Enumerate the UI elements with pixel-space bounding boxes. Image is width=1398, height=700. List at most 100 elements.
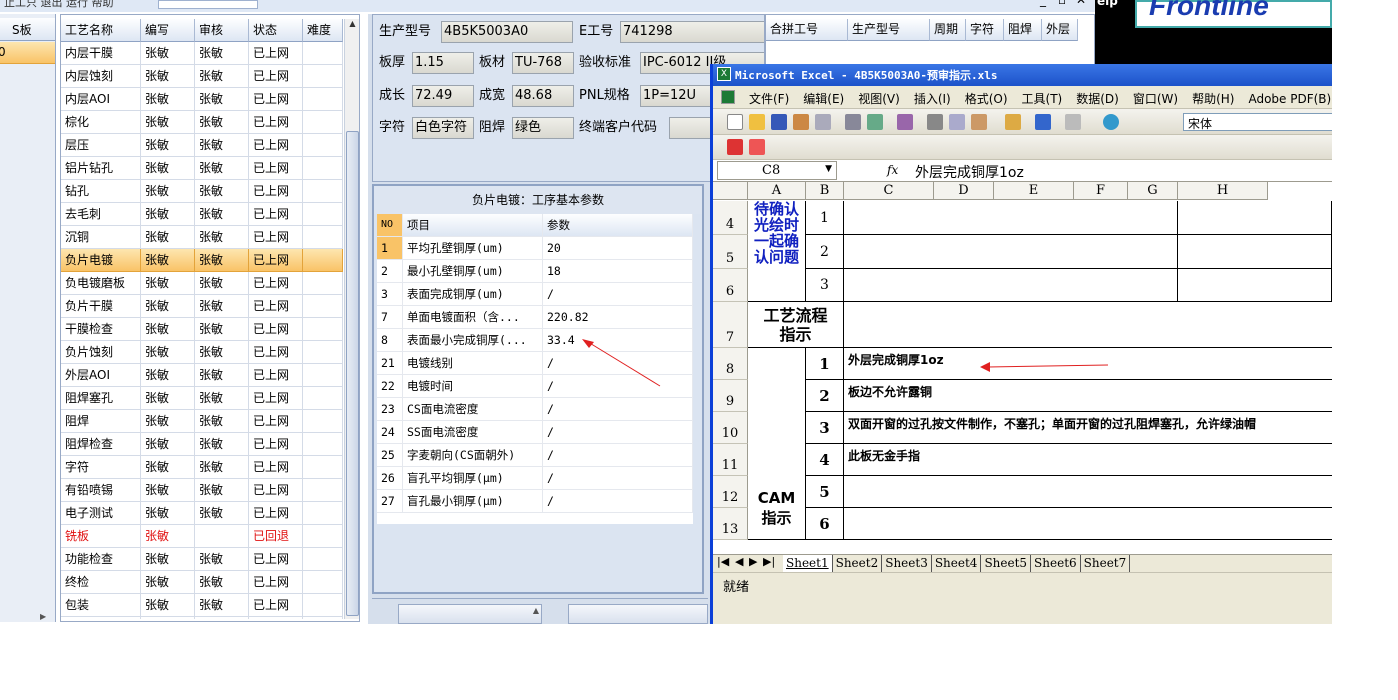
- bottom-right-control[interactable]: [568, 604, 708, 624]
- cam-text-cell[interactable]: [844, 508, 1332, 540]
- process-grid-row[interactable]: 铝片钻孔 张敏 张敏 已上网: [61, 157, 343, 180]
- confirm-content-cell[interactable]: [844, 201, 1178, 235]
- spelling-icon[interactable]: [867, 114, 883, 130]
- process-grid-col-header[interactable]: 编写: [141, 19, 195, 42]
- cam-text-cell[interactable]: 此板无金手指: [844, 444, 1332, 476]
- cam-text-cell[interactable]: 板边不允许露铜: [844, 380, 1332, 412]
- row-header[interactable]: 8: [713, 348, 748, 380]
- cam-text-cell[interactable]: [844, 476, 1332, 508]
- copy-icon[interactable]: [949, 114, 965, 130]
- confirm-label-cell[interactable]: 待确认光绘时一起确认问题: [748, 201, 806, 302]
- flow-label-cell[interactable]: 工艺流程指示: [748, 302, 844, 348]
- process-grid-row[interactable]: 电子测试 张敏 张敏 已上网: [61, 502, 343, 525]
- step-params-row[interactable]: 1 平均孔壁铜厚(um) 20: [377, 237, 693, 260]
- excel-menu-item[interactable]: Adobe PDF(B): [1248, 92, 1331, 106]
- sheet-nav-first[interactable]: |◀: [717, 555, 729, 568]
- process-grid-row[interactable]: 外层AOI 张敏 张敏 已上网: [61, 364, 343, 387]
- pdf-attach-icon[interactable]: [749, 139, 765, 155]
- cam-num-cell[interactable]: 3: [806, 412, 844, 444]
- fx-icon[interactable]: fx: [887, 163, 898, 177]
- process-grid-row[interactable]: 字符 张敏 张敏 已上网: [61, 456, 343, 479]
- confirm-h-cell[interactable]: [1178, 269, 1332, 302]
- permission-icon[interactable]: [793, 114, 809, 130]
- redo-icon[interactable]: [1065, 114, 1081, 130]
- process-grid-row[interactable]: 负电镀磨板 张敏 张敏 已上网: [61, 272, 343, 295]
- column-header[interactable]: D: [934, 182, 994, 200]
- sheet-tab[interactable]: Sheet5: [981, 555, 1032, 572]
- process-grid-row[interactable]: 包装 张敏 张敏 已上网: [61, 594, 343, 617]
- step-params-col-header[interactable]: 参数: [543, 214, 693, 237]
- process-grid-col-header[interactable]: 状态: [249, 19, 303, 42]
- restore-button[interactable]: ▫: [1058, 0, 1066, 7]
- step-params-row[interactable]: 22 电镀时间 /: [377, 375, 693, 398]
- excel-menu-item[interactable]: 插入(I): [914, 90, 951, 107]
- column-header[interactable]: C: [844, 182, 934, 200]
- row-header[interactable]: 10: [713, 412, 748, 444]
- step-params-row[interactable]: 26 盲孔平均铜厚(μm) /: [377, 467, 693, 490]
- top-menu-text[interactable]: 止工只 退出 运行 帮助: [4, 0, 114, 10]
- row-header[interactable]: 11: [713, 444, 748, 476]
- process-grid-row[interactable]: 内层AOI 张敏 张敏 已上网: [61, 88, 343, 111]
- excel-menu-item[interactable]: 文件(F): [749, 90, 789, 107]
- undo-icon[interactable]: [1035, 114, 1051, 130]
- cam-num-cell[interactable]: 2: [806, 380, 844, 412]
- process-grid-row[interactable]: 功能检查 张敏 张敏 已上网: [61, 548, 343, 571]
- excel-menu-item[interactable]: 数据(D): [1076, 90, 1119, 107]
- width-field[interactable]: 48.68: [512, 85, 574, 107]
- column-header[interactable]: F: [1074, 182, 1128, 200]
- print-preview-icon[interactable]: [845, 114, 861, 130]
- excel-menu-item[interactable]: 编辑(E): [803, 90, 844, 107]
- step-params-row[interactable]: 25 字麦朝向(CS面朝外) /: [377, 444, 693, 467]
- process-grid-row[interactable]: 阻焊塞孔 张敏 张敏 已上网: [61, 387, 343, 410]
- scroll-thumb[interactable]: [346, 131, 359, 616]
- scroll-up-small-icon[interactable]: ▲: [533, 606, 539, 615]
- confirm-content-cell[interactable]: [844, 269, 1178, 302]
- step-params-row[interactable]: 21 电镀线别 /: [377, 352, 693, 375]
- step-params-row[interactable]: 24 SS面电流密度 /: [377, 421, 693, 444]
- top-input[interactable]: [158, 0, 258, 9]
- sheet-tab[interactable]: Sheet3: [882, 555, 932, 572]
- process-grid-row[interactable]: 铣板 张敏 已回退: [61, 525, 343, 548]
- merge-grid-col-header[interactable]: 字符: [966, 19, 1004, 41]
- excel-doc-icon[interactable]: [721, 90, 735, 104]
- sheet-nav-prev[interactable]: ◀: [735, 555, 743, 568]
- row-header[interactable]: 4: [713, 201, 748, 235]
- sheet-tab[interactable]: Sheet7: [1081, 555, 1131, 572]
- excel-menu-item[interactable]: 帮助(H): [1192, 90, 1234, 107]
- cam-label-cell[interactable]: CAM指示: [748, 348, 806, 540]
- process-grid-row[interactable]: 有铅喷锡 张敏 张敏 已上网: [61, 479, 343, 502]
- format-painter-icon[interactable]: [1005, 114, 1021, 130]
- pdf-convert-icon[interactable]: [727, 139, 743, 155]
- column-header[interactable]: G: [1128, 182, 1178, 200]
- step-params-row[interactable]: 23 CS面电流密度 /: [377, 398, 693, 421]
- process-grid-row[interactable]: 沉铜 张敏 张敏 已上网: [61, 226, 343, 249]
- process-grid-row[interactable]: 棕化 张敏 张敏 已上网: [61, 111, 343, 134]
- help-fragment[interactable]: elp: [1097, 0, 1118, 8]
- step-params-col-header[interactable]: 项目: [403, 214, 543, 237]
- process-grid-row[interactable]: 阻焊检查 张敏 张敏 已上网: [61, 433, 343, 456]
- column-header[interactable]: B: [806, 182, 844, 200]
- bottom-left-control[interactable]: ▲: [398, 604, 542, 624]
- font-name-select[interactable]: 宋体: [1183, 113, 1332, 131]
- name-box-dropdown-icon[interactable]: ▼: [825, 164, 832, 174]
- left-grid-col-header[interactable]: S板: [12, 21, 32, 38]
- cut-icon[interactable]: [927, 114, 943, 130]
- excel-menu-item[interactable]: 窗口(W): [1133, 90, 1178, 107]
- excel-menu-item[interactable]: 格式(O): [965, 90, 1008, 107]
- process-grid-row[interactable]: 去毛刺 张敏 张敏 已上网: [61, 203, 343, 226]
- process-grid-row[interactable]: 成品仓张敏张敏已上网: [61, 617, 343, 619]
- excel-menu-item[interactable]: 视图(V): [858, 90, 900, 107]
- process-grid-row[interactable]: 干膜检查 张敏 张敏 已上网: [61, 318, 343, 341]
- minimize-button[interactable]: _: [1040, 0, 1046, 7]
- column-header[interactable]: E: [994, 182, 1074, 200]
- thickness-field[interactable]: 1.15: [412, 52, 474, 74]
- process-grid-col-header[interactable]: 难度: [303, 19, 343, 42]
- merge-grid-col-header[interactable]: 周期: [930, 19, 966, 41]
- process-grid-col-header[interactable]: 工艺名称: [61, 19, 141, 42]
- process-grid-row[interactable]: 钻孔 张敏 张敏 已上网: [61, 180, 343, 203]
- process-grid-row[interactable]: 终检 张敏 张敏 已上网: [61, 571, 343, 594]
- hyperlink-icon[interactable]: [1103, 114, 1119, 130]
- process-grid-scrollbar[interactable]: ▲: [344, 19, 359, 619]
- step-params-row[interactable]: 7 单面电镀面积（含... 220.82: [377, 306, 693, 329]
- length-field[interactable]: 72.49: [412, 85, 474, 107]
